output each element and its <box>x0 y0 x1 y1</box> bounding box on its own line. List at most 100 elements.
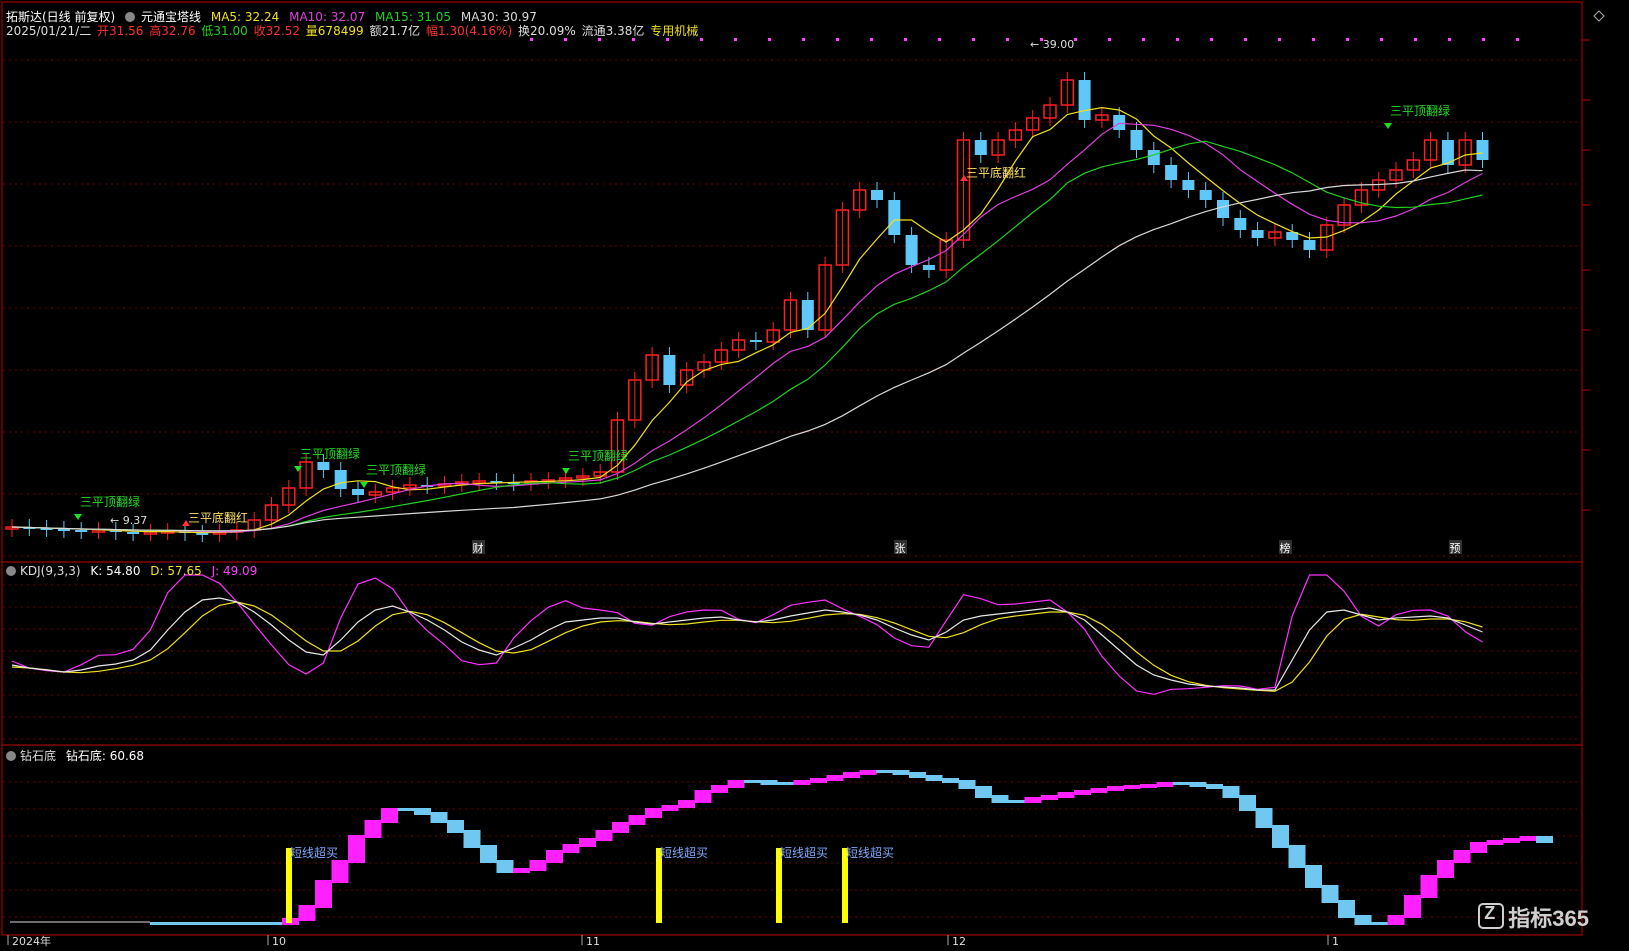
diamond-step-bar <box>1255 808 1273 828</box>
diamond-step-bar <box>1140 784 1157 788</box>
candle-body-down <box>1078 80 1091 120</box>
diamond-step-bar <box>1387 915 1405 925</box>
diamond-step-bar <box>1470 842 1487 853</box>
candle-body-down <box>1182 180 1195 190</box>
diamond-step-bar <box>430 812 448 823</box>
diamond-step-bar <box>315 880 332 908</box>
diamond-step-bar <box>876 770 893 773</box>
diamond-step-bar <box>1519 836 1537 841</box>
kdj-title-bar: KDJ(9,3,3) K: 54.80 D: 57.65 J: 49.09 <box>6 564 257 578</box>
candle-body-down <box>1199 190 1212 200</box>
top-marker-dot <box>1278 38 1281 41</box>
diamond-step-bar <box>694 790 712 803</box>
top-marker-dot <box>802 38 805 41</box>
settings-circle-icon[interactable] <box>125 12 136 22</box>
diamond-step-bar <box>480 845 497 863</box>
candle-body-down <box>1476 140 1489 160</box>
candle-body-down <box>75 530 88 532</box>
diamond-step-bar <box>1503 838 1520 843</box>
candle-body-down <box>922 265 935 270</box>
diamond-step-bar <box>199 922 217 925</box>
candle-body-down <box>1147 150 1160 165</box>
kdj-settings-icon[interactable] <box>6 566 16 576</box>
diamond-step-bar <box>496 860 514 873</box>
diamond-step-bar <box>1453 850 1471 863</box>
diamond-step-bar <box>925 775 943 781</box>
diamond-step-bar <box>661 805 679 811</box>
diamond-step-bar <box>991 795 1009 803</box>
diamond-step-bar <box>331 860 349 883</box>
event-marker: 财 <box>473 541 484 555</box>
x-axis-label: 11 <box>586 935 600 948</box>
main-panel-frame <box>1 1 1583 563</box>
chart-canvas[interactable]: ← 39.00← 9.37三平顶翻绿三平底翻红三平顶翻绿三平顶翻绿三平顶翻绿三平… <box>0 0 1629 951</box>
top-marker-dot <box>1006 38 1009 41</box>
quote-open: 开31.56 <box>97 24 144 38</box>
diamond-step-bar <box>463 830 481 848</box>
diamond-step-bar <box>826 775 844 781</box>
diamond-step-bar <box>529 860 547 871</box>
diamond-step-bar <box>777 782 794 785</box>
diamond-step-bar <box>711 785 728 793</box>
diamond-step-bar <box>1486 840 1504 845</box>
kdj-k-value: K: 54.80 <box>90 564 141 578</box>
top-marker-dot <box>1108 38 1111 41</box>
top-marker-dot <box>768 38 771 41</box>
quote-amount: 额21.7亿 <box>369 24 421 38</box>
quote-turnover: 换20.09% <box>518 24 576 38</box>
diamond-step-bar <box>1041 795 1058 800</box>
kdj-d-value: D: 57.65 <box>150 564 202 578</box>
diamond-step-bar <box>1272 825 1289 848</box>
chart-window[interactable]: ← 39.00 ← 9.37 三平顶翻绿 三平底翻红 三平顶翻绿 三平顶翻绿 三平顶翻绿 三平… <box>0 0 1629 951</box>
diamond-title[interactable]: 钻石底 <box>20 749 56 763</box>
top-marker-dot <box>836 38 839 41</box>
diamond-step-bar <box>1173 782 1190 785</box>
kdj-panel-frame <box>1 561 1583 746</box>
candle-body-down <box>57 529 70 531</box>
top-marker-dot <box>1142 38 1145 41</box>
event-marker: 榜 <box>1280 541 1291 555</box>
diamond-step-bar <box>859 770 877 775</box>
quote-close: 收32.52 <box>253 24 300 38</box>
diamond-settings-icon[interactable] <box>6 751 16 761</box>
top-marker-dot <box>1346 38 1349 41</box>
candle-body-down <box>1303 240 1316 250</box>
diamond-step-bar <box>678 800 695 808</box>
diamond-step-bar <box>364 820 382 838</box>
kdj-title[interactable]: KDJ(9,3,3) <box>20 564 81 578</box>
candle-body-down <box>1234 218 1247 230</box>
candle-body-down <box>352 489 364 495</box>
signal-label: 三平顶翻绿 <box>568 448 628 463</box>
quote-high: 高32.76 <box>149 24 196 38</box>
diamond-step-bar <box>216 922 233 925</box>
candle-body-down <box>905 235 918 265</box>
buy-signal-label: 短线超买 <box>780 845 828 860</box>
diamond-step-bar <box>793 780 811 785</box>
diamond-step-bar <box>942 778 959 783</box>
signal-label: 三平顶翻绿 <box>300 446 360 461</box>
diamond-step-bar <box>1156 782 1174 787</box>
diamond-step-bar <box>1189 782 1207 787</box>
diamond-step-bar <box>166 922 184 925</box>
candle-body-down <box>1251 230 1264 238</box>
top-marker-dot <box>1448 38 1451 41</box>
diamond-step-bar <box>1404 895 1421 918</box>
signal-arrow-icon <box>74 514 82 520</box>
diamond-step-bar <box>348 835 365 863</box>
candle-body-down <box>1130 130 1143 150</box>
diamond-step-bar <box>1354 915 1372 925</box>
quote-volume: 量678499 <box>305 24 364 38</box>
diamond-step-bar <box>397 808 415 811</box>
diamond-value: 钻石底: 60.68 <box>65 749 145 763</box>
diamond-step-bar <box>1420 875 1438 898</box>
diamond-step-bar <box>1008 800 1025 803</box>
candle-body-down <box>663 355 676 385</box>
diamond-step-bar <box>1074 790 1091 795</box>
diamond-step-bar <box>1239 795 1256 811</box>
diamond-step-bar <box>546 850 563 863</box>
diamond-step-bar <box>381 808 398 823</box>
diamond-step-bar <box>1024 797 1042 803</box>
candle-body-down <box>1165 165 1178 180</box>
diamond-step-bar <box>1107 786 1124 791</box>
top-marker-dot <box>1074 38 1077 41</box>
